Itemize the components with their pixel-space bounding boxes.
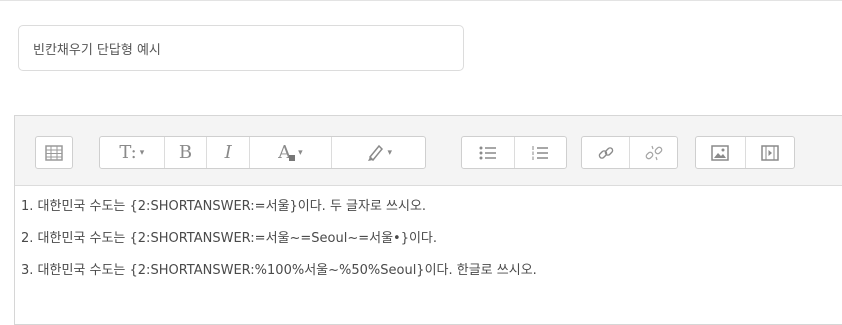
image-icon xyxy=(711,144,730,161)
chevron-down-icon: ▾ xyxy=(298,147,303,158)
editor-content-area[interactable]: 1. 대한민국 수도는 {2:SHORTANSWER:=서울}이다. 두 글자로… xyxy=(15,186,842,292)
toolbar-group-media xyxy=(695,136,795,169)
background-color-button[interactable]: ▾ xyxy=(330,137,425,168)
toolbar-group-lists xyxy=(461,136,567,169)
content-line: 1. 대한민국 수도는 {2:SHORTANSWER:=서울}이다. 두 글자로… xyxy=(21,199,427,214)
question-form: T: ▾ B I A ▾ xyxy=(0,0,842,325)
content-line: 3. 대한민국 수도는 {2:SHORTANSWER:%100%서울~%50%S… xyxy=(21,263,537,278)
bold-button[interactable]: B xyxy=(163,137,207,168)
toolbar-toggle-button[interactable] xyxy=(36,137,72,168)
paragraph-style-button[interactable]: T: ▾ xyxy=(100,137,164,168)
toolbar-group-links xyxy=(581,136,678,169)
editor-toolbar: T: ▾ B I A ▾ ▾ xyxy=(15,116,842,186)
rich-text-editor: T: ▾ B I A ▾ ▾ 1. 대한민국 수도는 {2:SHORTANSWE… xyxy=(14,115,842,325)
ordered-list-button[interactable] xyxy=(513,137,566,168)
link-icon xyxy=(597,144,615,162)
chevron-down-icon: ▾ xyxy=(387,147,393,158)
font-color-button[interactable]: A ▾ xyxy=(249,137,331,168)
italic-icon: I xyxy=(224,142,232,163)
italic-button[interactable]: I xyxy=(206,137,249,168)
insert-link-button[interactable] xyxy=(582,137,629,168)
insert-image-button[interactable] xyxy=(696,137,745,168)
unlink-button[interactable] xyxy=(629,137,677,168)
chevron-down-icon: ▾ xyxy=(139,147,145,158)
toolbar-toggle-icon xyxy=(45,144,63,161)
numbered-list-icon xyxy=(531,145,549,161)
paragraph-style-icon: T: xyxy=(119,142,137,163)
content-line: 2. 대한민국 수도는 {2:SHORTANSWER:=서울~=Seoul~=서… xyxy=(21,231,438,246)
unlink-icon xyxy=(645,144,663,162)
insert-media-button[interactable] xyxy=(744,137,794,168)
question-name-input[interactable] xyxy=(18,25,464,71)
media-icon xyxy=(761,144,779,161)
bullet-list-icon xyxy=(479,145,497,161)
toolbar-group-style: T: ▾ B I A ▾ ▾ xyxy=(99,136,426,169)
color-swatch-icon xyxy=(289,154,296,161)
toolbar-group-toggle xyxy=(35,136,73,169)
unordered-list-button[interactable] xyxy=(462,137,514,168)
highlighter-icon xyxy=(365,144,385,162)
bold-icon: B xyxy=(178,142,193,163)
